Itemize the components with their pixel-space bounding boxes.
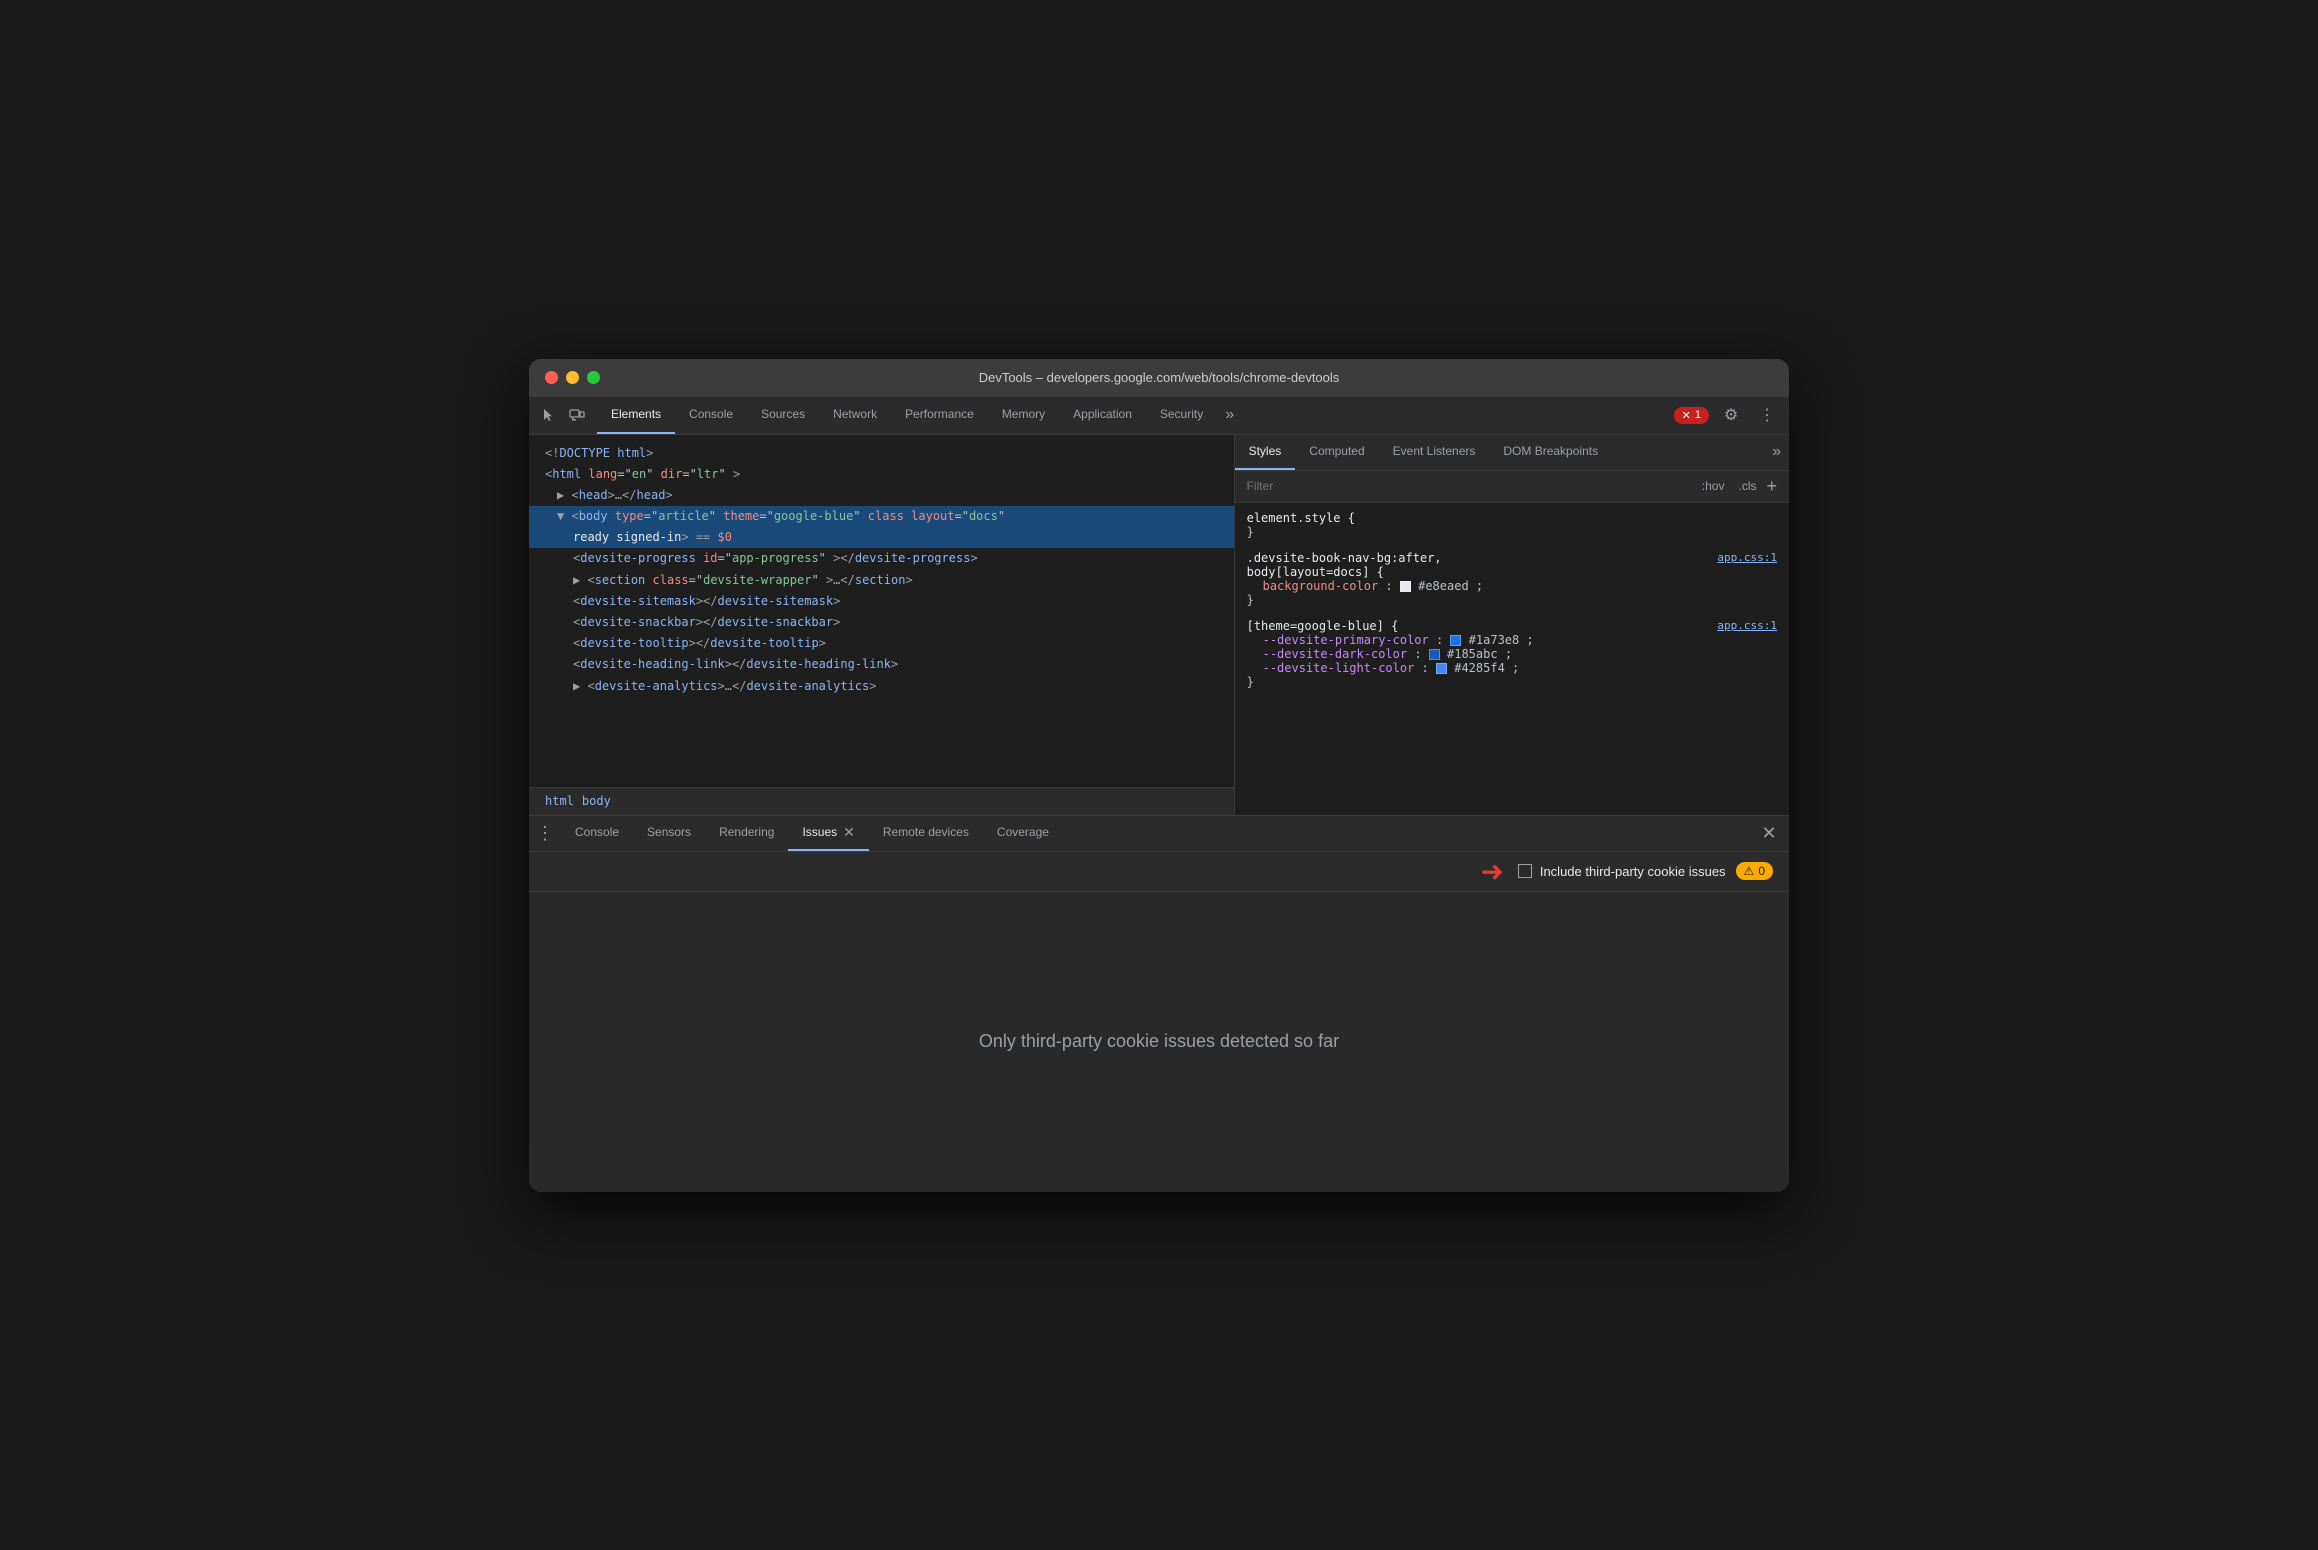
styles-panel: Styles Computed Event Listeners DOM Brea…: [1235, 435, 1789, 815]
color-swatch-185abc[interactable]: [1429, 649, 1440, 660]
traffic-lights: [545, 371, 600, 384]
add-style-button[interactable]: +: [1766, 476, 1777, 497]
filter-buttons: :hov .cls +: [1698, 476, 1777, 497]
dom-line-heading-link[interactable]: <devsite-heading-link></devsite-heading-…: [529, 654, 1234, 675]
devtools-body: Elements Console Sources Network Perform…: [529, 397, 1789, 1192]
dom-line-doctype: <!DOCTYPE html>: [529, 443, 1234, 464]
toolbar-right: ✕ 1 ⚙ ⋮: [1674, 401, 1781, 429]
color-swatch-e8eaed[interactable]: [1400, 581, 1411, 592]
dom-line-devsite-progress[interactable]: <devsite-progress id="app-progress" ></d…: [529, 548, 1234, 569]
cursor-icon[interactable]: [537, 403, 561, 427]
include-third-party-checkbox[interactable]: [1518, 864, 1532, 878]
include-third-party-area: Include third-party cookie issues: [1518, 864, 1726, 879]
drawer-tab-rendering[interactable]: Rendering: [705, 815, 788, 851]
main-area: <!DOCTYPE html> <html lang="en" dir="ltr…: [529, 435, 1789, 815]
css-rule-theme-google-blue: app.css:1 [theme=google-blue] { --devsit…: [1247, 619, 1777, 689]
issues-empty-message: Only third-party cookie issues detected …: [979, 1031, 1339, 1052]
styles-filter-bar: :hov .cls +: [1235, 471, 1789, 503]
breadcrumb-bar: html body: [529, 787, 1234, 815]
color-swatch-1a73e8[interactable]: [1450, 635, 1461, 646]
fullscreen-button[interactable]: [587, 371, 600, 384]
dom-line-body[interactable]: ▼ <body type="article" theme="google-blu…: [529, 506, 1234, 527]
title-bar: DevTools – developers.google.com/web/too…: [529, 359, 1789, 397]
drawer-tab-console[interactable]: Console: [561, 815, 633, 851]
breadcrumb-html[interactable]: html: [545, 794, 574, 808]
include-third-party-label: Include third-party cookie issues: [1540, 864, 1726, 879]
css-source-2[interactable]: app.css:1: [1717, 619, 1777, 632]
breadcrumb-body[interactable]: body: [582, 794, 611, 808]
dom-line-snackbar[interactable]: <devsite-snackbar></devsite-snackbar>: [529, 612, 1234, 633]
warning-badge: ⚠ 0: [1736, 862, 1773, 880]
styles-content: element.style { } app.css:1 .devsite-boo…: [1235, 503, 1789, 815]
drawer-tab-sensors[interactable]: Sensors: [633, 815, 705, 851]
drawer-tab-bar: ⋮ Console Sensors Rendering Issues ✕ Rem…: [529, 816, 1789, 852]
error-badge[interactable]: ✕ 1: [1674, 407, 1709, 424]
settings-button[interactable]: ⚙: [1717, 401, 1745, 429]
devtools-window: DevTools – developers.google.com/web/too…: [529, 359, 1789, 1192]
warning-count: 0: [1758, 864, 1765, 878]
bottom-drawer: ⋮ Console Sensors Rendering Issues ✕ Rem…: [529, 815, 1789, 1192]
close-issues-icon[interactable]: ✕: [843, 824, 855, 841]
drawer-tab-remote-devices[interactable]: Remote devices: [869, 815, 983, 851]
dom-line-html[interactable]: <html lang="en" dir="ltr" >: [529, 464, 1234, 485]
red-arrow-icon: ➜: [1480, 855, 1503, 888]
tab-performance[interactable]: Performance: [891, 396, 988, 434]
close-button[interactable]: [545, 371, 558, 384]
styles-more-tabs[interactable]: »: [1764, 435, 1789, 470]
css-source-1[interactable]: app.css:1: [1717, 551, 1777, 564]
dom-panel: <!DOCTYPE html> <html lang="en" dir="ltr…: [529, 435, 1235, 815]
main-tab-bar: Elements Console Sources Network Perform…: [597, 396, 1242, 434]
tab-memory[interactable]: Memory: [988, 396, 1059, 434]
hov-button[interactable]: :hov: [1698, 477, 1729, 495]
tab-network[interactable]: Network: [819, 396, 891, 434]
dom-line-sitemask[interactable]: <devsite-sitemask></devsite-sitemask>: [529, 591, 1234, 612]
issues-body: Only third-party cookie issues detected …: [529, 892, 1789, 1192]
styles-tabs: Styles Computed Event Listeners DOM Brea…: [1235, 435, 1789, 471]
dom-line-body-eq: ready signed-in> == $0: [529, 527, 1234, 548]
tab-sources[interactable]: Sources: [747, 396, 819, 434]
dom-line-tooltip[interactable]: <devsite-tooltip></devsite-tooltip>: [529, 633, 1234, 654]
minimize-button[interactable]: [566, 371, 579, 384]
tab-styles[interactable]: Styles: [1235, 435, 1296, 470]
color-swatch-4285f4[interactable]: [1436, 663, 1447, 674]
drawer-menu-button[interactable]: ⋮: [529, 815, 561, 851]
dom-line-section[interactable]: ▶ <section class="devsite-wrapper" >…</s…: [529, 570, 1234, 591]
css-rule-devsite-book: app.css:1 .devsite-book-nav-bg:after, bo…: [1247, 551, 1777, 607]
device-toggle-icon[interactable]: [565, 403, 589, 427]
tab-computed[interactable]: Computed: [1295, 435, 1378, 470]
more-options-button[interactable]: ⋮: [1753, 401, 1781, 429]
drawer-tab-coverage[interactable]: Coverage: [983, 815, 1063, 851]
cls-button[interactable]: .cls: [1734, 477, 1760, 495]
window-title: DevTools – developers.google.com/web/too…: [979, 370, 1340, 385]
toolbar-icons: [537, 403, 589, 427]
devtools-toolbar: Elements Console Sources Network Perform…: [529, 397, 1789, 435]
issues-toolbar: ➜ Include third-party cookie issues ⚠ 0: [529, 852, 1789, 892]
more-tabs-button[interactable]: »: [1217, 396, 1242, 434]
tab-security[interactable]: Security: [1146, 396, 1217, 434]
drawer-tab-issues[interactable]: Issues ✕: [788, 815, 868, 851]
error-icon: ✕: [1682, 409, 1691, 422]
tab-event-listeners[interactable]: Event Listeners: [1379, 435, 1490, 470]
dom-line-head[interactable]: ▶ <head>…</head>: [529, 485, 1234, 506]
error-count: 1: [1695, 409, 1701, 421]
tab-dom-breakpoints[interactable]: DOM Breakpoints: [1489, 435, 1612, 470]
dom-content[interactable]: <!DOCTYPE html> <html lang="en" dir="ltr…: [529, 435, 1234, 787]
tab-console[interactable]: Console: [675, 396, 747, 434]
dom-line-analytics[interactable]: ▶ <devsite-analytics>…</devsite-analytic…: [529, 676, 1234, 697]
tab-application[interactable]: Application: [1059, 396, 1146, 434]
warning-icon: ⚠: [1744, 864, 1755, 878]
styles-filter-input[interactable]: [1247, 479, 1690, 493]
drawer-close-button[interactable]: ✕: [1753, 815, 1785, 851]
css-rule-element-style: element.style { }: [1247, 511, 1777, 539]
tab-elements[interactable]: Elements: [597, 396, 675, 434]
